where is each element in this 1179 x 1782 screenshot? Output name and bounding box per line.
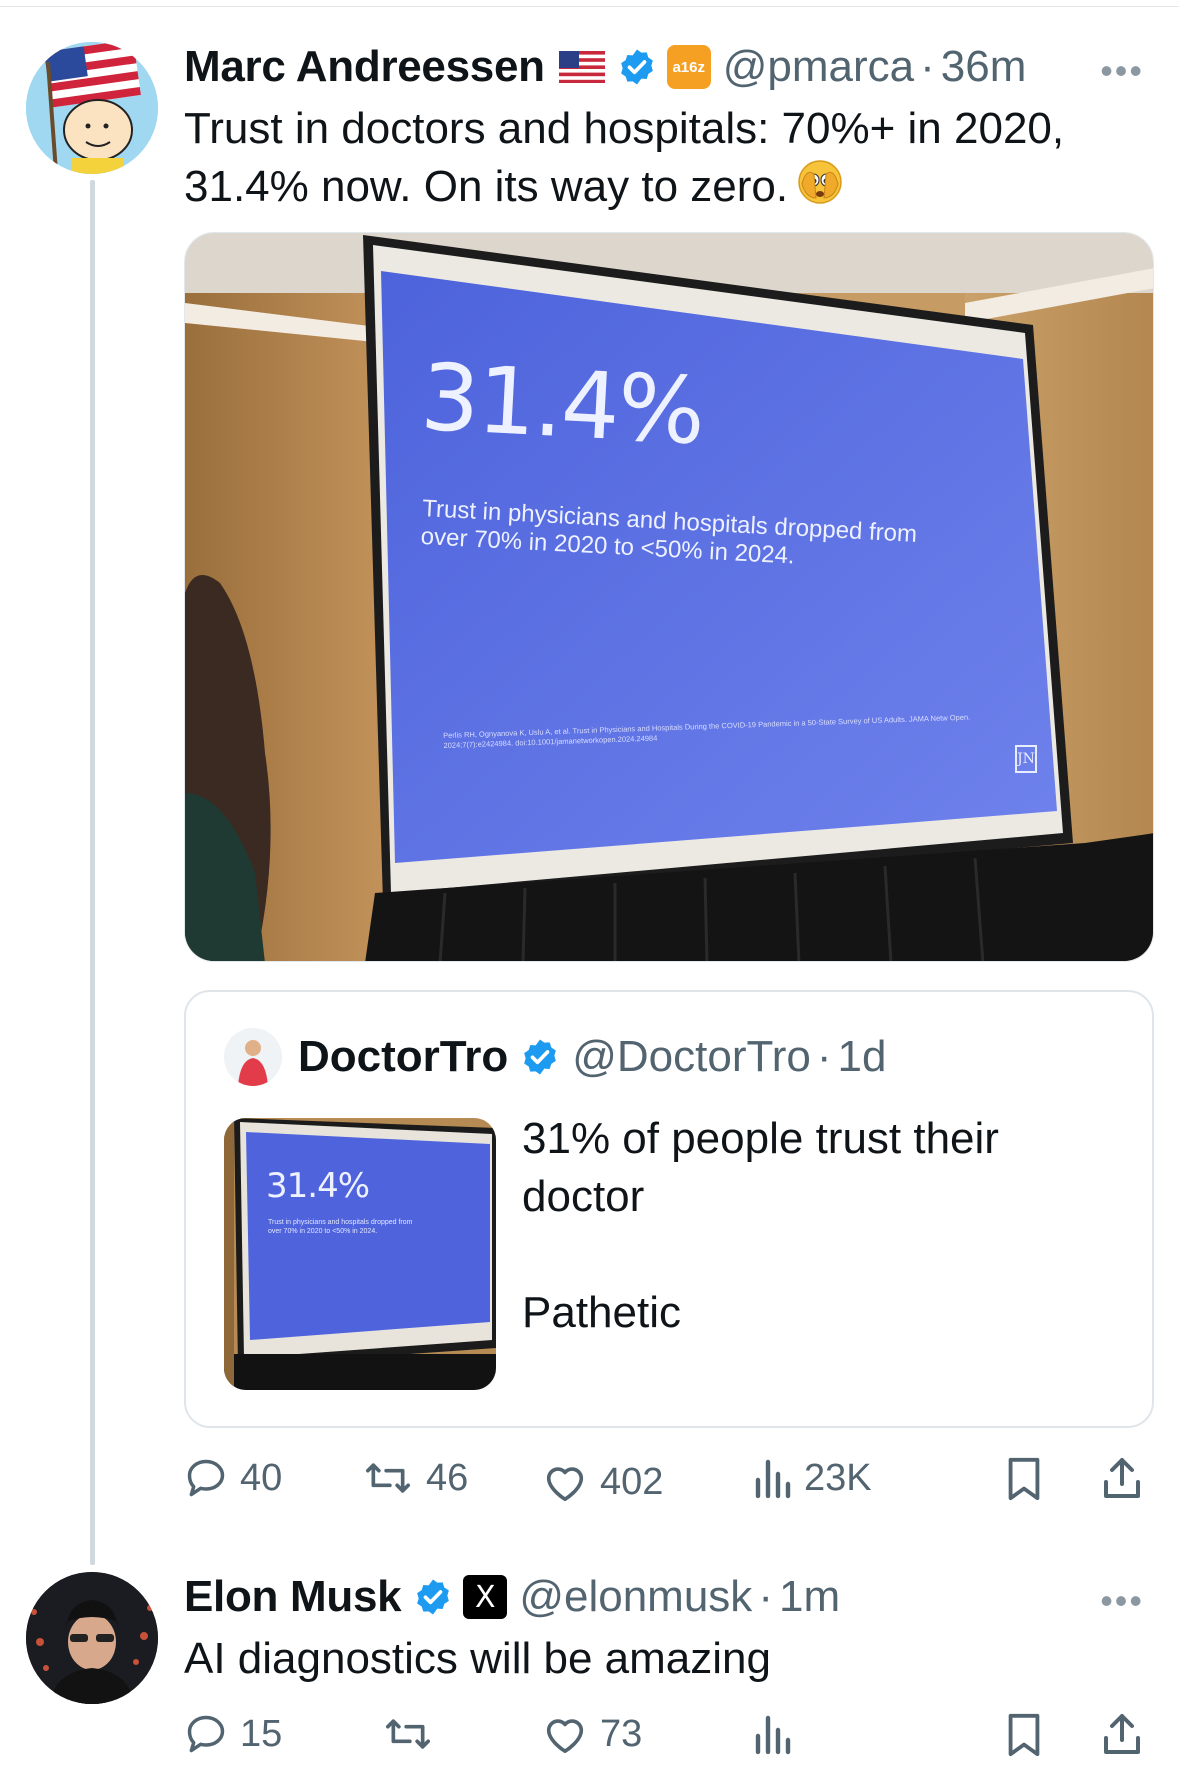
tweet-header: Elon Musk X @elonmusk · 1m (184, 1568, 1154, 1626)
views-bar-chart-icon (755, 1459, 791, 1499)
marc-avatar[interactable] (26, 42, 158, 174)
author-name[interactable]: Marc Andreessen (184, 42, 545, 92)
reply-icon (187, 1459, 225, 1497)
like-button[interactable]: 402 (542, 1460, 663, 1504)
repost-button[interactable]: 46 (362, 1456, 468, 1500)
quote-verified-badge-icon[interactable] (520, 1037, 560, 1077)
share-icon (1104, 1458, 1140, 1498)
quote-thumb-stat: 31.4% (266, 1166, 370, 1206)
verified-badge-icon[interactable] (617, 47, 657, 87)
tweet-text-line2: 31.4% now. On its way to zero. (184, 162, 789, 212)
tweet-elon-musk[interactable]: Elon Musk X @elonmusk · 1m ••• AI diagno… (184, 1568, 1154, 1688)
reply-count: 15 (240, 1712, 283, 1755)
reply-button[interactable]: 40 (184, 1456, 282, 1500)
share-button[interactable] (1100, 1454, 1144, 1502)
quote-media-thumbnail[interactable]: 31.4% Trust in physicians and hospitals … (224, 1118, 496, 1390)
tweet-header: Marc Andreessen a16z @pmarca · 36m (184, 38, 1154, 96)
views-button[interactable]: 23K (752, 1456, 872, 1500)
tweet-actions: 40 46 402 23K (184, 1450, 1154, 1510)
timestamp[interactable]: 1m (779, 1572, 840, 1622)
repost-icon (386, 1719, 430, 1749)
bookmark-icon (1008, 1457, 1040, 1501)
more-options-icon[interactable]: ••• (1100, 1580, 1144, 1622)
tweet-text: AI diagnostics will be amazing (184, 1634, 771, 1683)
bookmark-button[interactable] (1004, 1456, 1044, 1502)
reply-count: 40 (240, 1456, 283, 1499)
share-button[interactable] (1100, 1710, 1144, 1758)
bookmark-button[interactable] (1004, 1712, 1044, 1758)
quote-thumb-caption-line1: Trust in physicians and hospitals droppe… (268, 1219, 413, 1226)
tweet-media-photo[interactable]: 31.4% Trust in physicians and hospitals … (184, 232, 1154, 962)
verified-badge-icon[interactable] (413, 1577, 453, 1617)
quote-text-line2: doctor (522, 1172, 645, 1221)
repost-count: 46 (426, 1456, 469, 1499)
elon-avatar[interactable] (26, 1572, 158, 1704)
like-count: 73 (600, 1712, 643, 1755)
affiliate-badge[interactable]: X (463, 1575, 508, 1619)
tweet-text: Trust in doctors and hospitals: 70%+ in … (184, 100, 1154, 221)
reply-button[interactable]: 15 (184, 1712, 282, 1756)
quote-dot-separator: · (816, 1032, 832, 1081)
quote-author-handle[interactable]: @DoctorTro (572, 1032, 811, 1082)
quote-thumb-caption-line2: over 70% in 2020 to <50% in 2024. (268, 1228, 378, 1235)
author-handle[interactable]: @pmarca (723, 42, 914, 92)
dot-separator: · (758, 1572, 773, 1621)
repost-button[interactable] (382, 1712, 446, 1756)
dot-separator: · (920, 42, 935, 91)
views-bar-chart-icon (755, 1715, 791, 1755)
quote-text-line1: 31% of people trust their (522, 1114, 999, 1163)
top-divider (0, 6, 1179, 7)
views-button[interactable] (752, 1712, 804, 1756)
slide-stat: 31.4% (418, 343, 706, 466)
us-flag-icon (558, 51, 605, 83)
heart-icon (546, 1719, 584, 1754)
quote-text: 31% of people trust their doctor Patheti… (522, 1110, 1122, 1342)
tweet-text-line1: Trust in doctors and hospitals: 70%+ in … (184, 104, 1065, 153)
peeking-face-emoji-icon (796, 158, 844, 221)
like-count: 402 (600, 1460, 664, 1503)
reply-icon (187, 1715, 225, 1753)
views-count: 23K (804, 1456, 872, 1499)
share-icon (1104, 1714, 1140, 1754)
affiliate-badge[interactable]: a16z (666, 45, 711, 89)
slide-logo-icon: JN (1015, 745, 1037, 773)
author-name[interactable]: Elon Musk (184, 1572, 402, 1622)
tweet-marc-andreessen[interactable]: Marc Andreessen a16z @pmarca · 36m ••• T… (184, 38, 1154, 221)
quote-timestamp[interactable]: 1d (838, 1032, 887, 1082)
tweet-actions: 15 73 (184, 1712, 1154, 1772)
heart-icon (546, 1467, 584, 1502)
quote-header: DoctorTro @DoctorTro · 1d (224, 1028, 886, 1086)
quoted-tweet-card[interactable]: DoctorTro @DoctorTro · 1d 31.4% Trust in… (184, 990, 1154, 1428)
bookmark-icon (1008, 1713, 1040, 1757)
like-button[interactable]: 73 (542, 1712, 642, 1756)
doctortro-avatar[interactable] (224, 1028, 282, 1086)
repost-icon (366, 1463, 410, 1493)
quote-text-line3: Pathetic (522, 1288, 681, 1337)
more-options-icon[interactable]: ••• (1100, 50, 1144, 92)
author-handle[interactable]: @elonmusk (519, 1572, 752, 1622)
thread-connector-line (90, 180, 95, 1565)
quote-author-name[interactable]: DoctorTro (298, 1032, 508, 1082)
timestamp[interactable]: 36m (941, 42, 1027, 92)
